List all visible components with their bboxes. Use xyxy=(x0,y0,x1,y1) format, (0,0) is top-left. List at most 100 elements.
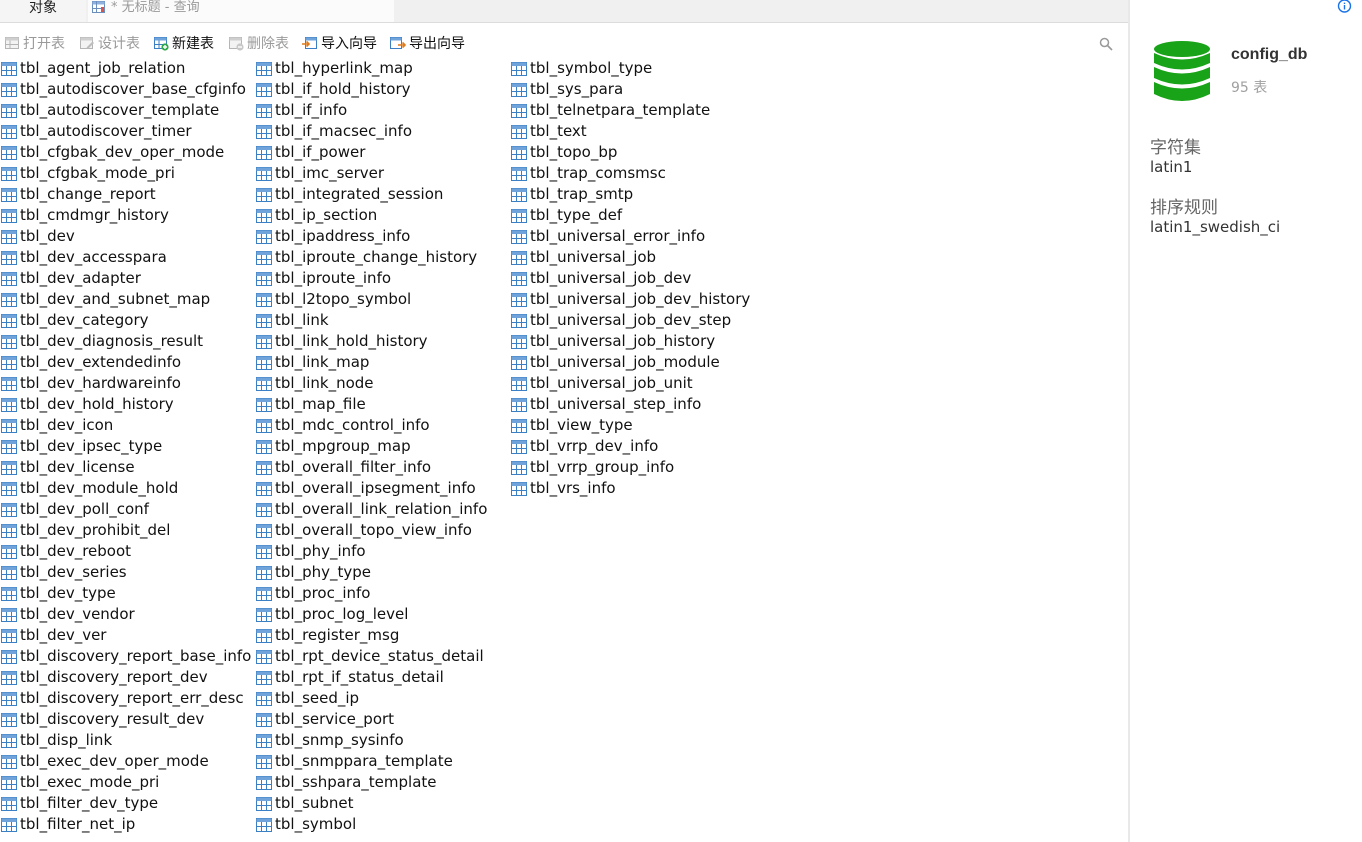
table-item[interactable]: tbl_vrrp_dev_info xyxy=(511,436,750,457)
table-item[interactable]: tbl_dev_license xyxy=(1,457,251,478)
table-item[interactable]: tbl_filter_dev_type xyxy=(1,793,251,814)
table-item[interactable]: tbl_vrs_info xyxy=(511,478,750,499)
delete-table-button[interactable]: 删除表 xyxy=(228,33,289,53)
table-item[interactable]: tbl_change_report xyxy=(1,184,251,205)
table-item[interactable]: tbl_seed_ip xyxy=(256,688,487,709)
table-item[interactable]: tbl_autodiscover_template xyxy=(1,100,251,121)
table-item[interactable]: tbl_iproute_change_history xyxy=(256,247,487,268)
table-item[interactable]: tbl_link xyxy=(256,310,487,331)
table-item[interactable]: tbl_l2topo_symbol xyxy=(256,289,487,310)
table-item[interactable]: tbl_autodiscover_timer xyxy=(1,121,251,142)
table-item[interactable]: tbl_discovery_report_err_desc xyxy=(1,688,251,709)
table-item[interactable]: tbl_view_type xyxy=(511,415,750,436)
table-item[interactable]: tbl_symbol xyxy=(256,814,487,835)
table-item[interactable]: tbl_universal_error_info xyxy=(511,226,750,247)
table-item[interactable]: tbl_exec_dev_oper_mode xyxy=(1,751,251,772)
table-item[interactable]: tbl_proc_log_level xyxy=(256,604,487,625)
table-item[interactable]: tbl_trap_smtp xyxy=(511,184,750,205)
table-item[interactable]: tbl_filter_net_ip xyxy=(1,814,251,835)
table-item[interactable]: tbl_subnet xyxy=(256,793,487,814)
table-item[interactable]: tbl_if_power xyxy=(256,142,487,163)
new-table-button[interactable]: 新建表 xyxy=(153,33,214,53)
table-item[interactable]: tbl_overall_link_relation_info xyxy=(256,499,487,520)
table-item[interactable]: tbl_overall_filter_info xyxy=(256,457,487,478)
table-item[interactable]: tbl_discovery_result_dev xyxy=(1,709,251,730)
table-item[interactable]: tbl_universal_job_history xyxy=(511,331,750,352)
table-item[interactable]: tbl_rpt_device_status_detail xyxy=(256,646,487,667)
table-item[interactable]: tbl_iproute_info xyxy=(256,268,487,289)
table-item[interactable]: tbl_universal_job_dev_step xyxy=(511,310,750,331)
table-item[interactable]: tbl_snmp_sysinfo xyxy=(256,730,487,751)
table-item[interactable]: tbl_universal_job_dev xyxy=(511,268,750,289)
table-item[interactable]: tbl_disp_link xyxy=(1,730,251,751)
table-item[interactable]: tbl_cmdmgr_history xyxy=(1,205,251,226)
table-item[interactable]: tbl_if_hold_history xyxy=(256,79,487,100)
table-item[interactable]: tbl_link_hold_history xyxy=(256,331,487,352)
table-item[interactable]: tbl_dev_series xyxy=(1,562,251,583)
table-item[interactable]: tbl_ipaddress_info xyxy=(256,226,487,247)
table-item[interactable]: tbl_imc_server xyxy=(256,163,487,184)
design-table-button[interactable]: 设计表 xyxy=(79,33,140,53)
table-item[interactable]: tbl_universal_job xyxy=(511,247,750,268)
table-item[interactable]: tbl_service_port xyxy=(256,709,487,730)
table-item[interactable]: tbl_ip_section xyxy=(256,205,487,226)
table-item[interactable]: tbl_dev_diagnosis_result xyxy=(1,331,251,352)
table-item[interactable]: tbl_proc_info xyxy=(256,583,487,604)
table-item[interactable]: tbl_universal_job_module xyxy=(511,352,750,373)
table-item[interactable]: tbl_dev_prohibit_del xyxy=(1,520,251,541)
table-item[interactable]: tbl_dev_vendor xyxy=(1,604,251,625)
table-item[interactable]: tbl_mpgroup_map xyxy=(256,436,487,457)
table-item[interactable]: tbl_dev_and_subnet_map xyxy=(1,289,251,310)
export-wizard-button[interactable]: 导出向导 xyxy=(390,33,465,53)
table-item[interactable]: tbl_exec_mode_pri xyxy=(1,772,251,793)
table-item[interactable]: tbl_dev_type xyxy=(1,583,251,604)
table-item[interactable]: tbl_mdc_control_info xyxy=(256,415,487,436)
table-item[interactable]: tbl_topo_bp xyxy=(511,142,750,163)
table-item[interactable]: tbl_agent_job_relation xyxy=(1,58,251,79)
table-item[interactable]: tbl_dev_reboot xyxy=(1,541,251,562)
table-item[interactable]: tbl_overall_ipsegment_info xyxy=(256,478,487,499)
table-item[interactable]: tbl_hyperlink_map xyxy=(256,58,487,79)
table-item[interactable]: tbl_link_node xyxy=(256,373,487,394)
table-item[interactable]: tbl_link_map xyxy=(256,352,487,373)
table-item[interactable]: tbl_sys_para xyxy=(511,79,750,100)
table-item[interactable]: tbl_dev_ver xyxy=(1,625,251,646)
table-item[interactable]: tbl_phy_type xyxy=(256,562,487,583)
open-table-button[interactable]: 打开表 xyxy=(4,33,65,53)
table-item[interactable]: tbl_dev_hardwareinfo xyxy=(1,373,251,394)
table-item[interactable]: tbl_dev_adapter xyxy=(1,268,251,289)
table-item[interactable]: tbl_dev_icon xyxy=(1,415,251,436)
table-item[interactable]: tbl_discovery_report_dev xyxy=(1,667,251,688)
table-item[interactable]: tbl_cfgbak_mode_pri xyxy=(1,163,251,184)
table-item[interactable]: tbl_dev xyxy=(1,226,251,247)
table-item[interactable]: tbl_vrrp_group_info xyxy=(511,457,750,478)
table-item[interactable]: tbl_universal_step_info xyxy=(511,394,750,415)
table-item[interactable]: tbl_register_msg xyxy=(256,625,487,646)
table-item[interactable]: tbl_integrated_session xyxy=(256,184,487,205)
import-wizard-button[interactable]: 导入向导 xyxy=(302,33,377,53)
table-item[interactable]: tbl_overall_topo_view_info xyxy=(256,520,487,541)
table-item[interactable]: tbl_dev_ipsec_type xyxy=(1,436,251,457)
table-item[interactable]: tbl_cfgbak_dev_oper_mode xyxy=(1,142,251,163)
table-item[interactable]: tbl_dev_category xyxy=(1,310,251,331)
table-item[interactable]: tbl_dev_poll_conf xyxy=(1,499,251,520)
tab-objects[interactable]: 对象 xyxy=(0,0,86,22)
table-item[interactable]: tbl_text xyxy=(511,121,750,142)
search-icon[interactable] xyxy=(1099,37,1113,51)
table-item[interactable]: tbl_trap_comsmsc xyxy=(511,163,750,184)
table-item[interactable]: tbl_if_info xyxy=(256,100,487,121)
table-item[interactable]: tbl_symbol_type xyxy=(511,58,750,79)
table-item[interactable]: tbl_discovery_report_base_info xyxy=(1,646,251,667)
table-item[interactable]: tbl_dev_extendedinfo xyxy=(1,352,251,373)
table-item[interactable]: tbl_universal_job_unit xyxy=(511,373,750,394)
table-item[interactable]: tbl_type_def xyxy=(511,205,750,226)
table-item[interactable]: tbl_dev_module_hold xyxy=(1,478,251,499)
table-item[interactable]: tbl_rpt_if_status_detail xyxy=(256,667,487,688)
table-item[interactable]: tbl_phy_info xyxy=(256,541,487,562)
table-item[interactable]: tbl_universal_job_dev_history xyxy=(511,289,750,310)
table-item[interactable]: tbl_dev_hold_history xyxy=(1,394,251,415)
table-item[interactable]: tbl_if_macsec_info xyxy=(256,121,487,142)
tab-query[interactable]: * 无标题 - 查询 xyxy=(88,0,394,22)
info-icon[interactable] xyxy=(1337,0,1352,14)
table-item[interactable]: tbl_autodiscover_base_cfginfo xyxy=(1,79,251,100)
